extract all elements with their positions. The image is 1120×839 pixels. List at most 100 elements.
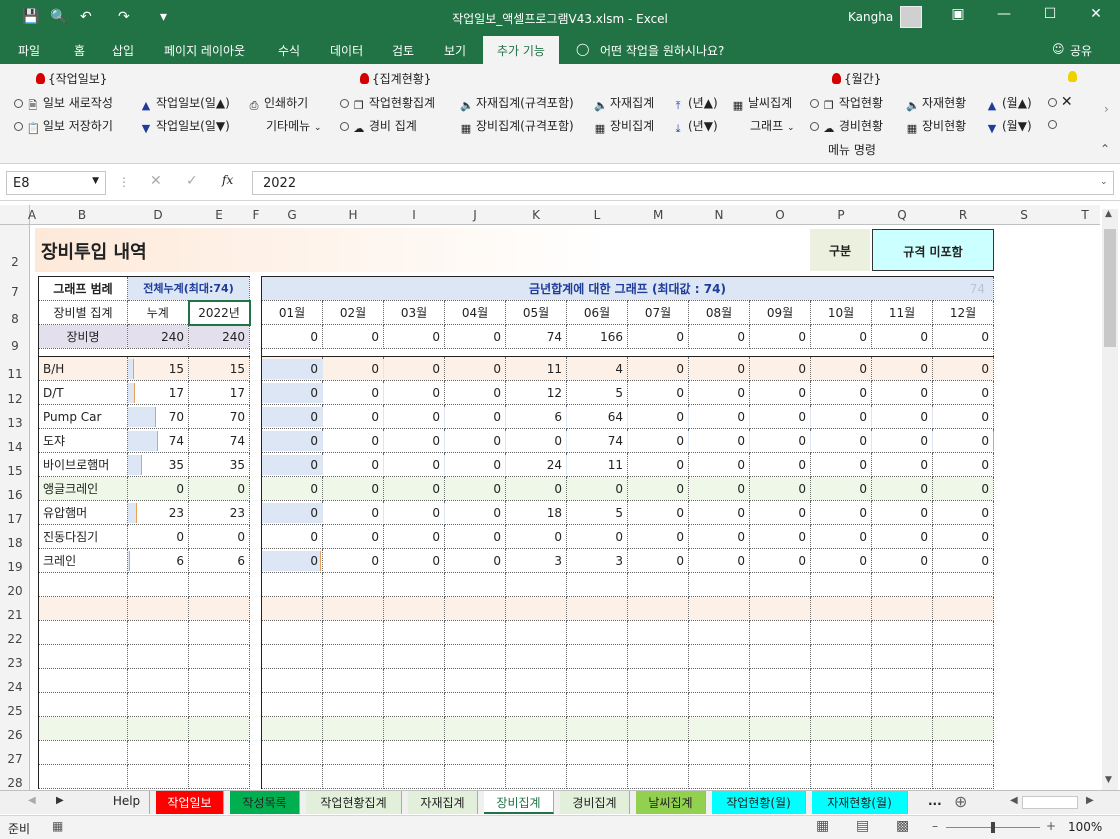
equipment-total[interactable]: 6 (127, 548, 189, 573)
empty-cell[interactable] (127, 692, 189, 717)
empty-cell[interactable] (505, 572, 567, 597)
month-value[interactable]: 0 (444, 404, 506, 429)
empty-cell[interactable] (871, 668, 933, 693)
month-value[interactable]: 0 (932, 548, 994, 573)
sheet-tab[interactable]: 경비집계 (560, 791, 630, 814)
month-value[interactable]: 0 (810, 476, 872, 501)
empty-cell[interactable] (810, 716, 872, 741)
page-break-icon[interactable]: ▩ (896, 818, 909, 834)
month-total[interactable]: 0 (810, 324, 872, 349)
sheet-tab[interactable]: 자재현황(월) (812, 791, 908, 814)
empty-cell[interactable] (505, 764, 567, 789)
row-header-15[interactable]: 15 (0, 464, 30, 478)
empty-cell[interactable] (749, 644, 811, 669)
month-value[interactable]: 11 (505, 356, 567, 381)
save-report-button[interactable]: 📋 일보 저장하기 (14, 117, 113, 135)
row-header-14[interactable]: 14 (0, 440, 30, 454)
empty-cell[interactable] (871, 644, 933, 669)
column-header-S[interactable]: S (1019, 208, 1029, 222)
month-value[interactable]: 0 (383, 476, 445, 501)
new-report-button[interactable]: 🗎 일보 새로작성 (14, 94, 113, 112)
etc-menu-dropdown[interactable]: 기타메뉴 ⌄ (266, 117, 322, 134)
empty-cell[interactable] (688, 572, 750, 597)
empty-cell[interactable] (749, 620, 811, 645)
empty-cell[interactable] (871, 692, 933, 717)
empty-cell[interactable] (188, 740, 250, 765)
month-value[interactable]: 0 (871, 404, 933, 429)
month-value[interactable]: 0 (871, 524, 933, 549)
empty-cell[interactable] (932, 692, 994, 717)
empty-cell[interactable] (127, 740, 189, 765)
empty-cell[interactable] (188, 596, 250, 621)
empty-cell[interactable] (383, 740, 445, 765)
empty-cell[interactable] (261, 764, 323, 789)
empty-cell[interactable] (566, 716, 628, 741)
row-header-11[interactable]: 11 (0, 367, 30, 381)
empty-cell[interactable] (810, 596, 872, 621)
month-value[interactable]: 0 (322, 428, 384, 453)
tab-review[interactable]: 검토 (392, 42, 414, 59)
month-value[interactable]: 0 (322, 548, 384, 573)
column-header-T[interactable]: T (1080, 208, 1090, 222)
month-value[interactable]: 0 (627, 380, 689, 405)
empty-cell[interactable] (749, 740, 811, 765)
tab-scroll-left-icon[interactable]: ◀ (28, 795, 36, 806)
empty-cell[interactable] (444, 764, 506, 789)
empty-cell[interactable] (383, 596, 445, 621)
column-header-H[interactable]: H (348, 208, 358, 222)
empty-cell[interactable] (444, 596, 506, 621)
month-value[interactable]: 64 (566, 404, 628, 429)
empty-cell[interactable] (383, 692, 445, 717)
column-header-N[interactable]: N (714, 208, 724, 222)
empty-cell[interactable] (383, 764, 445, 789)
equipment-total[interactable]: 70 (127, 404, 189, 429)
empty-cell[interactable] (749, 572, 811, 597)
month-value[interactable]: 0 (322, 356, 384, 381)
month-value[interactable]: 0 (871, 380, 933, 405)
gubun-value[interactable]: 규격 미포함 (872, 229, 994, 271)
empty-cell[interactable] (188, 644, 250, 669)
empty-cell[interactable] (688, 692, 750, 717)
empty-cell[interactable] (627, 740, 689, 765)
row-header-19[interactable]: 19 (0, 560, 30, 574)
equipment-name[interactable]: D/T (38, 380, 128, 405)
share-button[interactable]: 공유 (1070, 42, 1092, 59)
month-total[interactable]: 0 (383, 324, 445, 349)
empty-cell[interactable] (627, 716, 689, 741)
equipment-spec-button[interactable]: ▦ 장비집계(규격포함) (460, 117, 574, 135)
empty-cell[interactable] (127, 620, 189, 645)
month-value[interactable]: 0 (566, 476, 628, 501)
empty-cell[interactable] (38, 572, 128, 597)
month-value[interactable]: 0 (566, 524, 628, 549)
monthly-equipment-button[interactable]: ▦ 장비현황 (906, 117, 966, 135)
month-value[interactable]: 4 (566, 356, 628, 381)
empty-cell[interactable] (932, 620, 994, 645)
column-header-M[interactable]: M (653, 208, 663, 222)
equipment-summary-button[interactable]: ▦ 장비집계 (594, 117, 654, 135)
scroll-thumb[interactable] (1104, 229, 1116, 347)
month-total[interactable]: 74 (505, 324, 567, 349)
empty-cell[interactable] (444, 740, 506, 765)
tab-scroll-right-icon[interactable]: ▶ (56, 795, 64, 806)
empty-cell[interactable] (505, 668, 567, 693)
row-header-9[interactable]: 9 (0, 339, 30, 353)
month-value[interactable]: 0 (505, 428, 567, 453)
empty-cell[interactable] (322, 620, 384, 645)
name-box[interactable]: E8 ▼ (6, 171, 106, 195)
month-value[interactable]: 0 (749, 356, 811, 381)
month-value[interactable]: 0 (871, 356, 933, 381)
scroll-down-icon[interactable]: ▼ (1105, 775, 1112, 785)
column-header-B[interactable]: B (77, 208, 87, 222)
empty-cell[interactable] (688, 668, 750, 693)
equipment-name[interactable]: 크레인 (38, 548, 128, 573)
empty-cell[interactable] (688, 764, 750, 789)
month-next-button[interactable]: ▼ (월▼) (986, 117, 1032, 135)
empty-cell[interactable] (444, 668, 506, 693)
month-value[interactable]: 0 (444, 356, 506, 381)
cancel-icon[interactable]: ✕ (150, 173, 162, 189)
month-value[interactable]: 0 (871, 452, 933, 477)
empty-cell[interactable] (688, 740, 750, 765)
month-value[interactable]: 0 (322, 476, 384, 501)
empty-cell[interactable] (322, 692, 384, 717)
month-value[interactable]: 0 (810, 380, 872, 405)
